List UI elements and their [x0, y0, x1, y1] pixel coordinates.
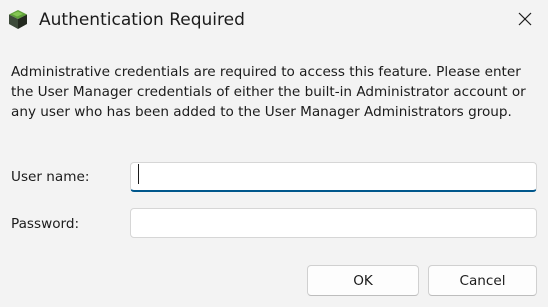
password-input[interactable] [130, 208, 537, 238]
window-title: Authentication Required [39, 10, 245, 30]
title-bar: Authentication Required [0, 0, 548, 40]
close-button[interactable] [502, 0, 548, 40]
username-input[interactable] [130, 162, 537, 192]
close-icon [518, 11, 532, 30]
password-label: Password: [11, 216, 80, 232]
auth-description: Administrative credentials are required … [11, 64, 526, 120]
cancel-button[interactable]: Cancel [428, 265, 537, 296]
text-caret [138, 164, 139, 184]
ok-button[interactable]: OK [307, 265, 419, 296]
user-manager-cube-icon [7, 8, 29, 30]
username-label: User name: [11, 169, 90, 185]
